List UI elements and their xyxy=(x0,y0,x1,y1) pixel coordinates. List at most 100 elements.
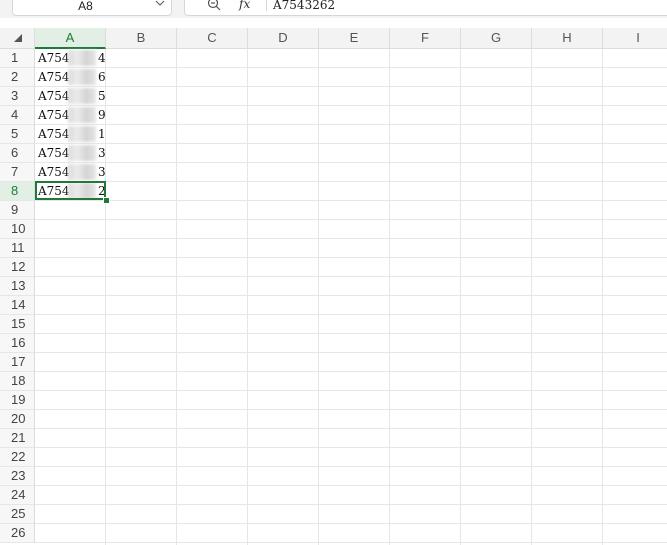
cell-a3[interactable]: A754 5 xyxy=(38,87,106,105)
redacted-blur xyxy=(68,69,96,85)
row-header-20[interactable]: 20 xyxy=(0,410,35,429)
row-gridline xyxy=(35,86,667,87)
cell-suffix: 4 xyxy=(98,51,106,65)
row-gridline xyxy=(35,371,667,372)
formula-bar: A8 fx A7543262 xyxy=(0,0,667,18)
cell-a5[interactable]: A754 1 xyxy=(38,125,106,143)
chevron-down-icon[interactable] xyxy=(155,0,165,7)
redacted-blur xyxy=(68,88,96,104)
cell-a7[interactable]: A754 3 xyxy=(38,163,106,181)
cell-suffix: 3 xyxy=(98,165,106,179)
row-header-5[interactable]: 5 xyxy=(0,125,35,144)
row-gridline xyxy=(35,428,667,429)
name-box-value[interactable]: A8 xyxy=(13,0,158,13)
row-header-10[interactable]: 10 xyxy=(0,220,35,239)
row-gridline xyxy=(35,295,667,296)
row-header-24[interactable]: 24 xyxy=(0,486,35,505)
row-gridline xyxy=(35,181,667,182)
row-gridline xyxy=(35,162,667,163)
spreadsheet-grid: ABCDEFGHI 1 2 3 4 5 6 7 8 9 10 11 12 13 14 15 16 17 18 19 2… xyxy=(0,28,667,545)
row-header-12[interactable]: 12 xyxy=(0,258,35,277)
row-header-23[interactable]: 23 xyxy=(0,467,35,486)
cell-prefix: A754 xyxy=(38,89,70,103)
column-header-b[interactable]: B xyxy=(106,28,177,48)
column-gridline xyxy=(531,49,532,545)
select-all-triangle-icon[interactable] xyxy=(14,34,22,42)
active-cell-border[interactable] xyxy=(35,181,106,200)
row-header-16[interactable]: 16 xyxy=(0,334,35,353)
column-header-h[interactable]: H xyxy=(532,28,603,48)
row-header-22[interactable]: 22 xyxy=(0,448,35,467)
row-header-11[interactable]: 11 xyxy=(0,239,35,258)
column-header-c[interactable]: C xyxy=(177,28,248,48)
column-header-a[interactable]: A xyxy=(35,28,106,49)
cell-suffix: 9 xyxy=(98,108,106,122)
column-header-i[interactable]: I xyxy=(603,28,667,48)
cell-a6[interactable]: A754 3 xyxy=(38,144,106,162)
row-header-13[interactable]: 13 xyxy=(0,277,35,296)
row-gridline xyxy=(35,390,667,391)
formula-value[interactable]: A7543262 xyxy=(273,0,335,12)
row-header-14[interactable]: 14 xyxy=(0,296,35,315)
row-gridline xyxy=(35,276,667,277)
column-gridline xyxy=(602,49,603,545)
row-header-15[interactable]: 15 xyxy=(0,315,35,334)
row-gridline xyxy=(35,466,667,467)
row-gridline xyxy=(35,352,667,353)
column-header-f[interactable]: F xyxy=(390,28,461,48)
column-gridline xyxy=(389,49,390,545)
row-header-18[interactable]: 18 xyxy=(0,372,35,391)
name-box[interactable]: A8 xyxy=(12,0,172,16)
cell-prefix: A754 xyxy=(38,108,70,122)
row-header-2[interactable]: 2 xyxy=(0,68,35,87)
formula-input[interactable]: fx A7543262 xyxy=(184,0,667,16)
cell-prefix: A754 xyxy=(38,165,70,179)
row-gridline xyxy=(35,314,667,315)
row-gridline xyxy=(35,105,667,106)
row-gridline xyxy=(35,333,667,334)
cell-prefix: A754 xyxy=(38,127,70,141)
redacted-blur xyxy=(68,145,96,161)
fx-icon[interactable]: fx xyxy=(239,0,250,11)
cell-suffix: 6 xyxy=(98,70,106,84)
row-gridline xyxy=(35,200,667,201)
row-gridline xyxy=(35,219,667,220)
column-gridline xyxy=(176,49,177,545)
column-header-g[interactable]: G xyxy=(461,28,532,48)
row-header-25[interactable]: 25 xyxy=(0,505,35,524)
redacted-blur xyxy=(68,50,96,66)
row-header-7[interactable]: 7 xyxy=(0,163,35,182)
row-gridline xyxy=(35,523,667,524)
row-header-26[interactable]: 26 xyxy=(0,524,35,543)
row-gridline xyxy=(35,447,667,448)
row-header-3[interactable]: 3 xyxy=(0,87,35,106)
zoom-out-icon[interactable] xyxy=(207,0,221,11)
row-gridline xyxy=(35,238,667,239)
row-header-8[interactable]: 8 xyxy=(0,182,35,201)
row-header-9[interactable]: 9 xyxy=(0,201,35,220)
row-header-19[interactable]: 19 xyxy=(0,391,35,410)
row-gridline xyxy=(35,504,667,505)
column-header-d[interactable]: D xyxy=(248,28,319,48)
row-header-17[interactable]: 17 xyxy=(0,353,35,372)
cell-a4[interactable]: A754 9 xyxy=(38,106,106,124)
row-gridline xyxy=(35,257,667,258)
row-gridline xyxy=(35,485,667,486)
row-gridline xyxy=(35,143,667,144)
row-header-1[interactable]: 1 xyxy=(0,49,35,68)
cell-prefix: A754 xyxy=(38,51,70,65)
cell-suffix: 5 xyxy=(98,89,106,103)
cell-prefix: A754 xyxy=(38,146,70,160)
cell-a2[interactable]: A754 6 xyxy=(38,68,106,86)
fill-handle[interactable] xyxy=(103,197,110,204)
select-all-corner[interactable] xyxy=(0,28,35,48)
cell-suffix: 3 xyxy=(98,146,106,160)
formula-divider xyxy=(266,0,267,11)
column-header-e[interactable]: E xyxy=(319,28,390,48)
row-header-4[interactable]: 4 xyxy=(0,106,35,125)
row-header-21[interactable]: 21 xyxy=(0,429,35,448)
cell-area[interactable]: A754 4 A754 6 A754 5 A754 9 A754 1 A754 3 A754 3 A754 2 xyxy=(35,49,667,545)
cell-a1[interactable]: A754 4 xyxy=(38,49,106,67)
redacted-blur xyxy=(68,107,96,123)
row-header-6[interactable]: 6 xyxy=(0,144,35,163)
